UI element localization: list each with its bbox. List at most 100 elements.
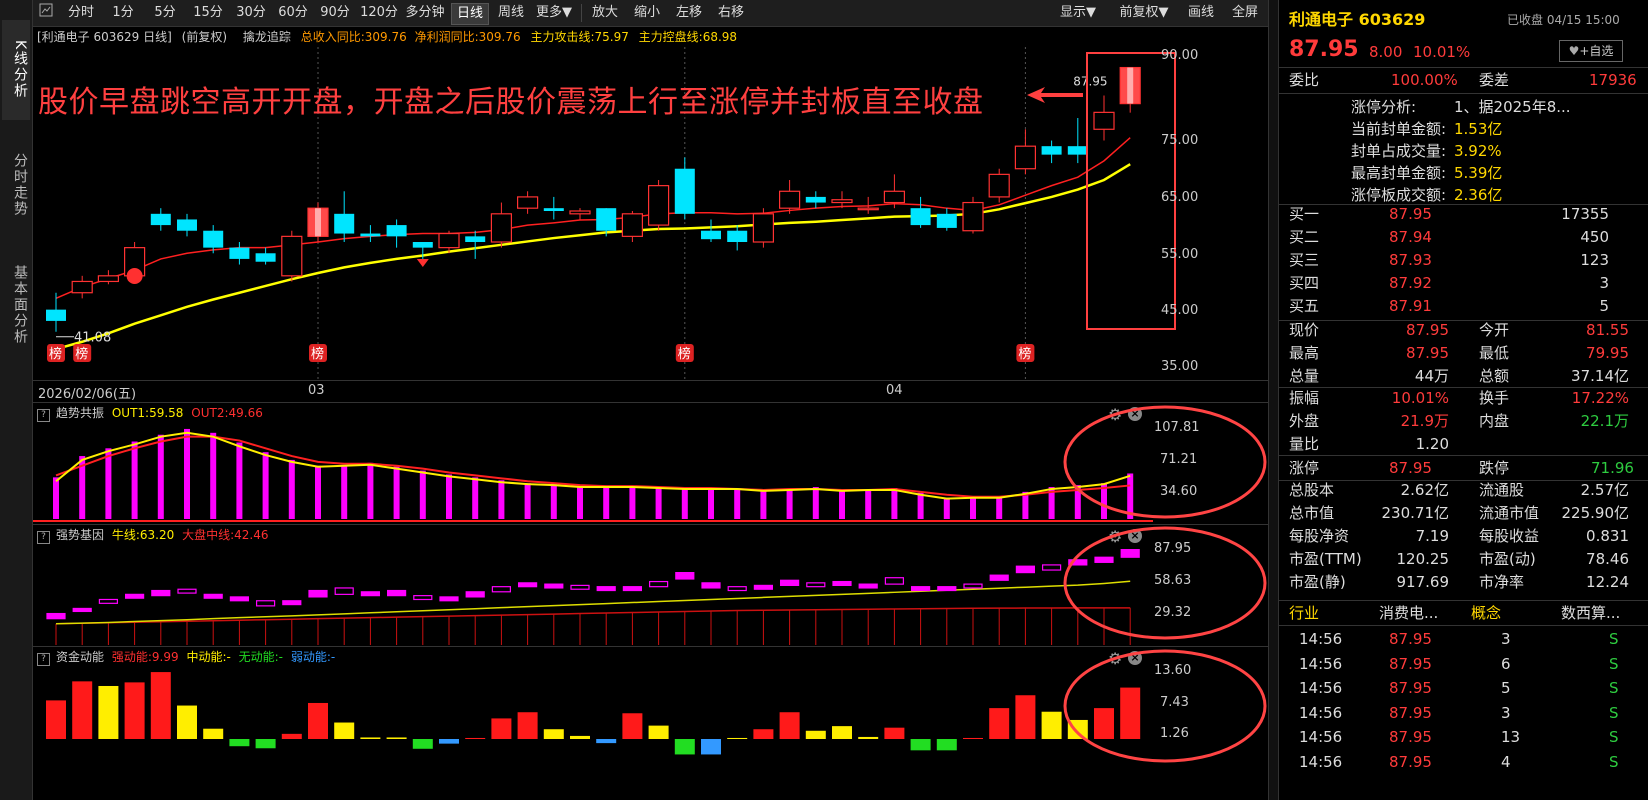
stat-label: 流通股 (1479, 481, 1525, 499)
bid-volume: 123 (1580, 251, 1609, 269)
gene-box (124, 593, 145, 599)
bid-volume: 17355 (1561, 205, 1609, 223)
candle (177, 219, 197, 231)
momentum-bar (622, 713, 643, 739)
tick-time: 14:56 (1299, 654, 1343, 673)
bid-volume: 450 (1580, 228, 1609, 246)
gene-box (858, 583, 878, 589)
industry-value[interactable]: 消费电... (1379, 601, 1438, 625)
period-90m[interactable]: 90分 (317, 3, 353, 23)
period-1m[interactable]: 1分 (107, 3, 139, 23)
display-dropdown[interactable]: 显示▼ (1053, 3, 1103, 23)
zoom-out-button[interactable]: 缩小 (629, 3, 665, 23)
momentum-bar (72, 681, 93, 739)
bid-level: 买四 (1289, 274, 1320, 292)
indicator-title[interactable]: 强势基因 (56, 528, 104, 542)
period-daily[interactable]: 日线 (451, 3, 489, 25)
candle (727, 230, 748, 242)
close-icon[interactable]: × (1128, 529, 1142, 543)
stat-value: 12.24 (1586, 573, 1629, 591)
stat-value: 2.62亿 (1400, 481, 1449, 499)
period-weekly[interactable]: 周线 (493, 3, 529, 23)
candle (386, 225, 407, 237)
concept-value[interactable]: 数西算... (1561, 601, 1620, 625)
gene-box (596, 586, 616, 592)
market-mid-line (55, 607, 1131, 625)
tab-fundamental[interactable]: 基本面分析 (2, 250, 30, 360)
limit-up-price: 87.95 (1389, 459, 1432, 477)
momentum-bar (1067, 719, 1088, 739)
candle (229, 247, 250, 259)
gene-box (151, 589, 171, 597)
trend-bar (760, 489, 767, 519)
period-60m[interactable]: 60分 (275, 3, 311, 23)
help-icon[interactable]: ? (37, 653, 50, 666)
panel2-tick: 58.63 (1154, 573, 1192, 588)
momentum-bar (177, 705, 197, 739)
momentum-bar (910, 739, 931, 751)
draw-button[interactable]: 画线 (1183, 3, 1219, 23)
gene-box (282, 600, 302, 606)
momentum-bar (543, 729, 564, 739)
stat-value: 79.95 (1586, 344, 1629, 362)
stat-label: 市盈(静) (1289, 573, 1346, 591)
fullscreen-button[interactable]: 全屏 (1227, 3, 1263, 23)
candle (621, 213, 644, 237)
tab-kline[interactable]: K线分析 (2, 20, 30, 120)
gene-box (465, 591, 485, 598)
grid-icon[interactable] (38, 3, 54, 23)
gene-box (622, 586, 643, 592)
momentum-bar (596, 739, 617, 744)
indicator-title[interactable]: 趋势共振 (56, 406, 104, 420)
move-left-button[interactable]: 左移 (671, 3, 707, 23)
period-15m[interactable]: 15分 (189, 3, 227, 23)
period-multi[interactable]: 多分钟 (403, 3, 447, 23)
main-chart-panel[interactable]: 41.08 87.95 榜榜榜榜榜 股价早盘跳空高开开盘，开盘之后股价震荡上行至涨停… (33, 47, 1268, 397)
period-5m[interactable]: 5分 (149, 3, 181, 23)
candle (517, 196, 539, 209)
help-icon[interactable]: ? (37, 531, 50, 544)
momentum-bar (360, 737, 381, 739)
candle (831, 199, 853, 204)
trend-resonance-panel[interactable]: ? 趋势共振 OUT1:59.58 OUT2:49.66 ⚙ × (33, 403, 1268, 523)
indicator-name[interactable]: 擒龙追踪 (243, 30, 291, 44)
candle (569, 210, 591, 215)
momentum-bar (884, 727, 905, 739)
momentum-bar (412, 739, 433, 749)
concept-tag[interactable]: 概念 (1471, 601, 1501, 625)
arrow-icon (1025, 85, 1085, 109)
gear-icon[interactable]: ⚙ (1108, 405, 1122, 424)
adjust-dropdown[interactable]: 前复权▼ (1113, 3, 1175, 23)
strong-gene-panel[interactable]: ? 强势基因 牛线:63.20 大盘中线:42.46 ⚙ × (33, 525, 1268, 645)
help-icon[interactable]: ? (37, 409, 50, 422)
gear-icon[interactable]: ⚙ (1108, 527, 1122, 546)
move-right-button[interactable]: 右移 (713, 3, 749, 23)
industry-tag[interactable]: 行业 (1289, 601, 1319, 625)
close-icon[interactable]: × (1128, 407, 1142, 421)
period-more-dropdown[interactable]: 更多▼ (533, 3, 575, 23)
gear-icon[interactable]: ⚙ (1108, 649, 1122, 668)
tab-timeshare[interactable]: 分时走势 (2, 140, 30, 230)
period-120m[interactable]: 120分 (359, 3, 399, 23)
trend-bar (655, 487, 662, 519)
weak-momentum: 弱动能:- (290, 650, 336, 664)
gene-box (963, 583, 983, 589)
momentum-bar (963, 737, 983, 739)
trend-bar (708, 488, 714, 519)
period-30m[interactable]: 30分 (233, 3, 269, 23)
bang-badge-label: 榜 (678, 346, 691, 362)
period-fenshi[interactable]: 分时 (63, 3, 99, 23)
tick-time: 14:56 (1299, 728, 1343, 746)
gene-box (779, 579, 800, 586)
indicator-title[interactable]: 资金动能 (56, 650, 104, 664)
zoom-in-button[interactable]: 放大 (587, 3, 623, 23)
candle (334, 213, 355, 234)
add-watchlist-button[interactable]: ♥+自选 (1559, 40, 1623, 62)
bid-diff: 17936 (1589, 71, 1637, 89)
momentum-bar (832, 726, 852, 739)
adjust-label: (前复权) (181, 30, 228, 44)
trend-bar (1127, 473, 1134, 519)
fund-momentum-panel[interactable]: ? 资金动能 强动能:9.99 中动能:- 无动能:- 弱动能:- ⚙ × (33, 647, 1268, 800)
price-tick: 55.00 (1161, 247, 1199, 262)
close-icon[interactable]: × (1128, 651, 1142, 665)
